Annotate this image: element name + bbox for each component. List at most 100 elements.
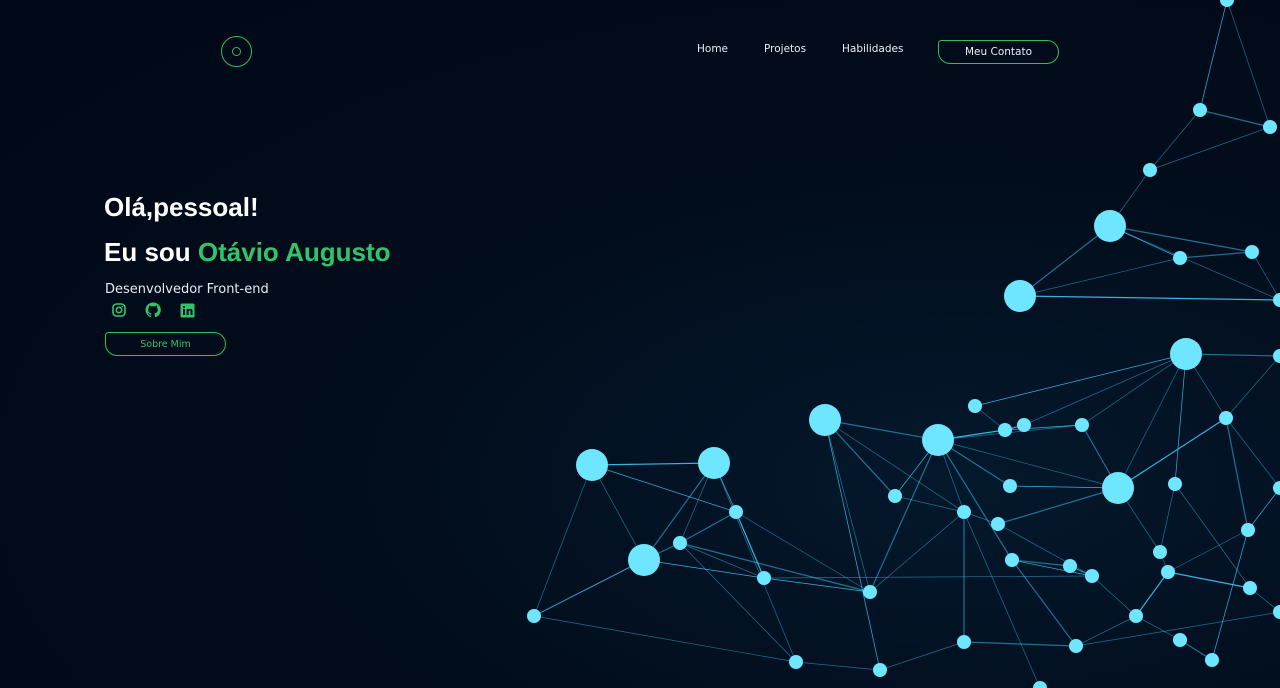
network-node [1134, 614, 1138, 618]
network-edge [735, 511, 871, 593]
network-edge [997, 523, 1093, 577]
network-edge [643, 559, 765, 579]
network-edge [1225, 417, 1280, 489]
hero-name: Otávio Augusto [197, 237, 391, 267]
network-edge [1225, 355, 1280, 419]
network-node [1080, 423, 1084, 427]
network-node [1268, 125, 1272, 129]
network-edge [1135, 615, 1181, 641]
network-edge [937, 439, 1013, 561]
network-node [641, 557, 647, 563]
network-node [1115, 485, 1121, 491]
network-node [1017, 293, 1023, 299]
network-node [1250, 250, 1254, 254]
network-node [996, 522, 1000, 526]
network-edge [937, 439, 1119, 489]
network-edge [1174, 353, 1187, 485]
logo[interactable] [221, 36, 252, 67]
linkedin-icon[interactable] [179, 302, 195, 318]
network-edge [879, 641, 965, 671]
page: Home Projetos Habilidades Meu Contato Ol… [0, 0, 1280, 688]
hero-intro-prefix: Eu sou [104, 237, 198, 267]
network-node [1248, 586, 1252, 590]
network-edge [1081, 353, 1187, 426]
network-node [962, 510, 966, 514]
hero-role: Desenvolvedor Front-end [105, 282, 269, 297]
network-edge [1117, 353, 1187, 489]
github-icon[interactable] [145, 302, 161, 318]
network-edge [1011, 559, 1071, 567]
network-edge [1009, 485, 1119, 489]
network-edge [1135, 571, 1169, 617]
network-node [678, 541, 682, 545]
network-node [1022, 423, 1026, 427]
hero-greeting: Olá,pessoal! [104, 192, 259, 222]
network-node [1198, 108, 1202, 112]
network-node [1183, 351, 1189, 357]
network-node [1178, 256, 1182, 260]
network-node [1003, 428, 1007, 432]
network-node [973, 404, 977, 408]
network-node [962, 640, 966, 644]
network-edge [795, 661, 881, 671]
network-edge [824, 419, 871, 593]
network-node [1148, 168, 1152, 172]
circle-logo-icon [232, 47, 241, 56]
network-edge [1011, 559, 1077, 647]
network-node [1224, 416, 1228, 420]
network-edge [1117, 417, 1227, 489]
network-node [868, 590, 872, 594]
network-node [1173, 482, 1177, 486]
network-node [1090, 574, 1094, 578]
network-edge [533, 559, 645, 617]
network-edge [1199, 109, 1271, 128]
network-edge [869, 511, 965, 593]
social-links [111, 302, 195, 318]
network-edge [763, 577, 871, 593]
network-edge [1091, 575, 1137, 617]
network-edge [894, 495, 965, 513]
network-edge [1167, 529, 1249, 573]
nav-home[interactable]: Home [697, 43, 728, 55]
network-node [711, 460, 717, 466]
nav-skills[interactable]: Habilidades [842, 43, 903, 55]
contact-button[interactable]: Meu Contato [938, 40, 1059, 64]
network-edge [1226, 0, 1271, 128]
network-edge [963, 641, 1077, 647]
network-edge [1225, 417, 1249, 531]
instagram-icon[interactable] [111, 302, 127, 318]
network-node [935, 437, 941, 443]
network-edge [533, 615, 797, 663]
network-edge [1023, 353, 1187, 426]
network-edge [869, 439, 939, 593]
network-node [1107, 223, 1113, 229]
network-edge [974, 353, 1187, 407]
network-node [762, 576, 766, 580]
network-edge [997, 487, 1119, 525]
network-node [1068, 564, 1072, 568]
network-edge [1011, 559, 1093, 577]
network-node [878, 668, 882, 672]
network-edge [533, 464, 593, 617]
network-edge [679, 542, 797, 663]
network-edge [1179, 251, 1253, 259]
network-node [1008, 484, 1012, 488]
network-edge [1251, 251, 1280, 301]
network-edge [591, 462, 715, 466]
network-node [1166, 570, 1170, 574]
hero-intro: Eu sou Otávio Augusto [104, 237, 391, 268]
network-edge [1075, 615, 1137, 647]
network-node [589, 462, 595, 468]
network-node [1178, 638, 1182, 642]
network-node [1210, 658, 1214, 662]
network-edge [963, 511, 1041, 688]
network-edge [1247, 487, 1280, 531]
network-node [1246, 528, 1250, 532]
nav-projects[interactable]: Projetos [764, 43, 806, 55]
network-node [822, 417, 828, 423]
network-node [1158, 550, 1162, 554]
network-edge [1174, 483, 1251, 589]
network-edge [679, 511, 737, 544]
network-edge [1019, 295, 1280, 301]
about-me-button[interactable]: Sobre Mim [105, 332, 226, 356]
